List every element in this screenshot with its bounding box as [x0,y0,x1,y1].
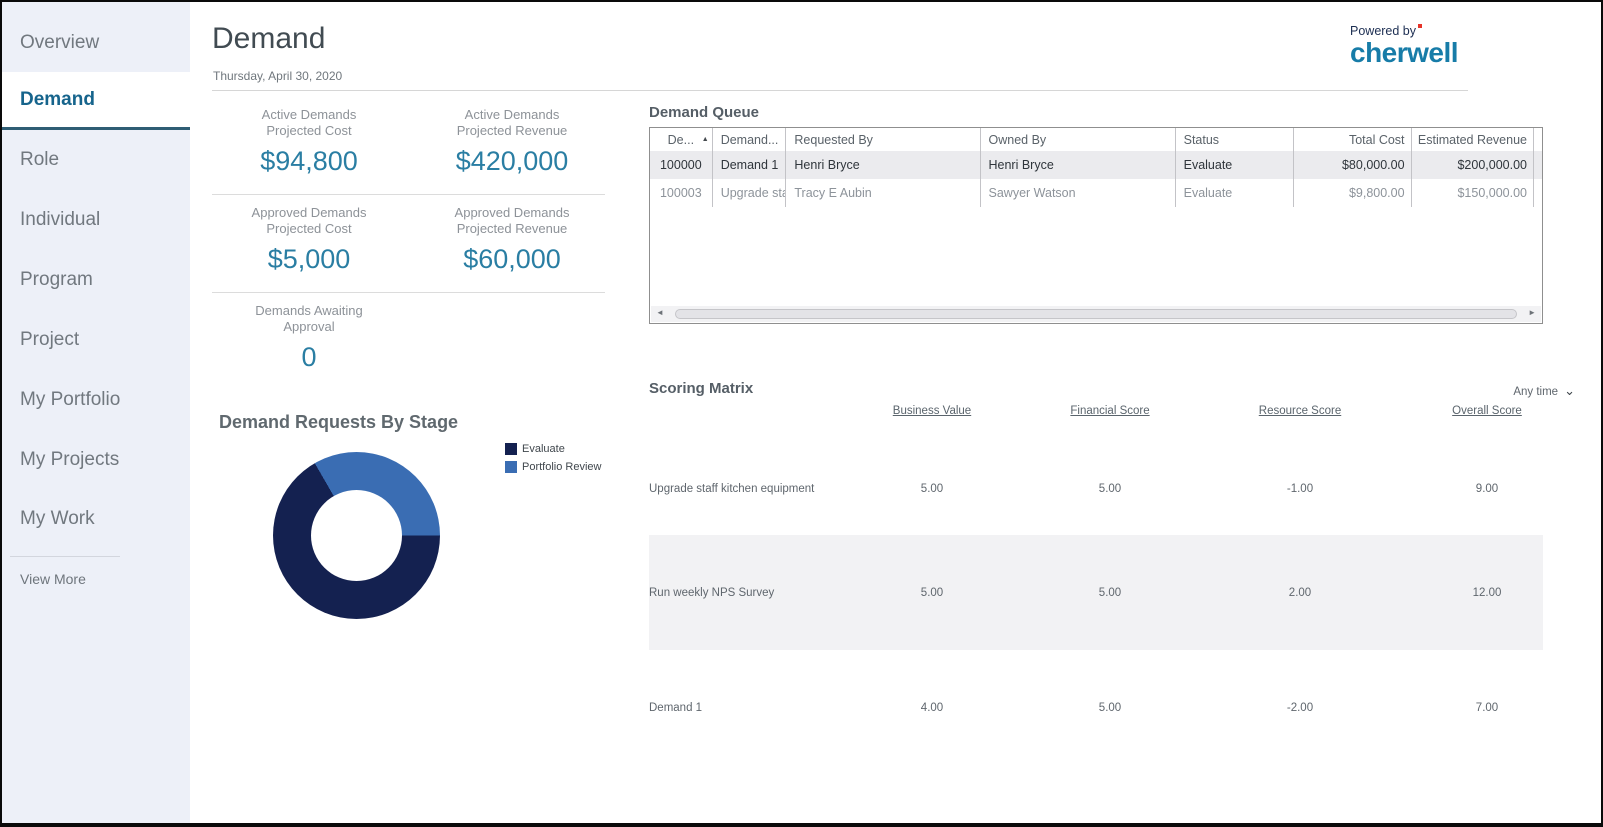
sidebar-item-individual[interactable]: Individual [2,190,190,250]
scoring-matrix-title: Scoring Matrix [649,380,754,397]
kpi-value: 0 [301,342,317,372]
cherwell-wordmark: cherwell [1350,37,1459,68]
view-more-link[interactable]: View More [2,557,190,601]
column-header-total-cost[interactable]: Total Cost [1294,128,1412,151]
sidebar-item-program[interactable]: Program [2,250,190,310]
sidebar-item-my-projects[interactable]: My Projects [2,430,190,490]
sidebar-item-project[interactable]: Project [2,310,190,370]
cherwell-dashboard: Overview Demand Role Individual Program … [0,0,1603,827]
column-header-business-value[interactable]: Business Value [872,405,992,417]
table-row[interactable]: 100000 Demand 1 Henri Bryce Henri Bryce … [650,151,1542,179]
kpi-value: $5,000 [267,244,351,274]
column-header-truncated[interactable]: E [1534,128,1542,151]
legend-swatch-evaluate [505,443,517,455]
stage-chart-legend: Evaluate Portfolio Review [505,443,601,479]
column-header-financial-score[interactable]: Financial Score [1050,405,1170,417]
stage-chart-title: Demand Requests By Stage [219,412,459,432]
column-header-status[interactable]: Status [1176,128,1295,151]
kpi-value: $60,000 [463,244,561,274]
scoring-row[interactable]: Run weekly NPS Survey 5.00 5.00 2.00 12.… [649,535,1543,650]
kpi-divider [212,194,605,195]
kpi-value: $420,000 [455,146,569,176]
kpi-demands-awaiting-approval: Demands Awaiting Approval 0 [209,303,409,373]
sidebar-item-demand[interactable]: Demand [2,72,190,130]
sidebar-item-role[interactable]: Role [2,130,190,190]
scoring-row[interactable]: Demand 1 4.00 5.00 -2.00 7.00 [649,650,1543,765]
sidebar: Overview Demand Role Individual Program … [2,2,190,823]
chevron-down-icon: ⌄ [1564,383,1575,398]
legend-item-portfolio-review: Portfolio Review [505,461,601,473]
stage-donut[interactable] [273,452,440,619]
column-header-demand-id[interactable]: De... ▲ [650,128,713,151]
sidebar-item-overview[interactable]: Overview [2,14,190,72]
header-divider [212,90,1468,91]
legend-swatch-portfolio-review [505,461,517,473]
column-header-resource-score[interactable]: Resource Score [1240,405,1360,417]
page-date: Thursday, April 30, 2020 [213,69,343,83]
column-header-overall-score[interactable]: Overall Score [1427,405,1547,417]
kpi-value: $94,800 [260,146,358,176]
logo-dot [1418,24,1423,28]
scroll-right-icon[interactable]: ► [1528,308,1536,317]
kpi-active-demands-cost: Active Demands Projected Cost $94,800 [209,107,409,177]
kpi-approved-demands-cost: Approved Demands Projected Cost $5,000 [209,205,409,275]
scrollbar-thumb[interactable] [675,309,1517,319]
demand-queue-header-row: De... ▲ Demand... Requested By Owned By … [650,128,1542,151]
kpi-divider [212,292,605,293]
time-filter-dropdown[interactable]: Any time ⌄ [1513,383,1575,399]
kpi-approved-demands-revenue: Approved Demands Projected Revenue $60,00… [412,205,612,275]
legend-item-evaluate: Evaluate [505,443,601,455]
sidebar-item-my-work[interactable]: My Work [2,490,190,548]
scoring-row[interactable]: Upgrade staff kitchen equipment 5.00 5.0… [649,442,1543,535]
kpi-active-demands-revenue: Active Demands Projected Revenue $420,000 [412,107,612,177]
main-content: Demand Thursday, April 30, 2020 Powered … [190,2,1601,823]
column-header-owned-by[interactable]: Owned By [981,128,1176,151]
table-row[interactable]: 100003 Upgrade sta Tracy E Aubin Sawyer … [650,179,1542,207]
cherwell-logo: Powered by cherwell [1350,22,1470,68]
column-header-requested-by[interactable]: Requested By [786,128,981,151]
column-header-estimated-revenue[interactable]: Estimated Revenue [1412,128,1534,151]
powered-by-label: Powered by [1350,24,1417,38]
column-header-demand-name[interactable]: Demand... [713,128,787,151]
demand-queue-title: Demand Queue [649,104,760,121]
sort-asc-icon[interactable]: ▲ [702,136,709,143]
scroll-left-icon[interactable]: ◄ [656,308,664,317]
demand-queue-table: De... ▲ Demand... Requested By Owned By … [649,127,1543,324]
page-title: Demand [212,22,326,55]
sidebar-item-my-portfolio[interactable]: My Portfolio [2,370,190,430]
horizontal-scrollbar[interactable]: ◄ ► [651,306,1541,322]
